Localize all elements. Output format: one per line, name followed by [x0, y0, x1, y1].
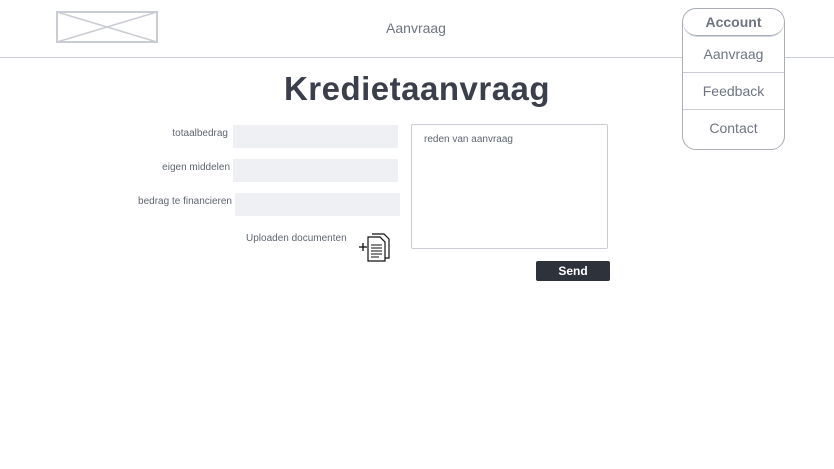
menu-item-aanvraag[interactable]: Aanvraag	[683, 36, 784, 73]
account-menu-button[interactable]: Account	[683, 9, 784, 36]
eigen-middelen-input[interactable]	[233, 159, 398, 182]
reason-placeholder: reden van aanvraag	[424, 134, 513, 145]
totaalbedrag-label: totaalbedrag	[172, 128, 228, 139]
reden-van-aanvraag-textarea[interactable]: reden van aanvraag	[411, 124, 608, 249]
add-document-icon[interactable]	[358, 233, 392, 263]
nav-link-aanvraag[interactable]: Aanvraag	[376, 20, 456, 36]
menu-item-contact[interactable]: Contact	[683, 110, 784, 146]
send-button[interactable]: Send	[536, 261, 610, 281]
bedrag-te-financieren-input[interactable]	[235, 193, 400, 216]
bedrag-te-financieren-label: bedrag te financieren	[138, 196, 232, 207]
eigen-middelen-label: eigen middelen	[162, 162, 230, 173]
upload-documents-label[interactable]: Uploaden documenten	[246, 233, 347, 244]
page-title: Kredietaanvraag	[283, 70, 551, 107]
image-placeholder-icon[interactable]	[56, 11, 158, 43]
totaalbedrag-input[interactable]	[233, 125, 398, 148]
